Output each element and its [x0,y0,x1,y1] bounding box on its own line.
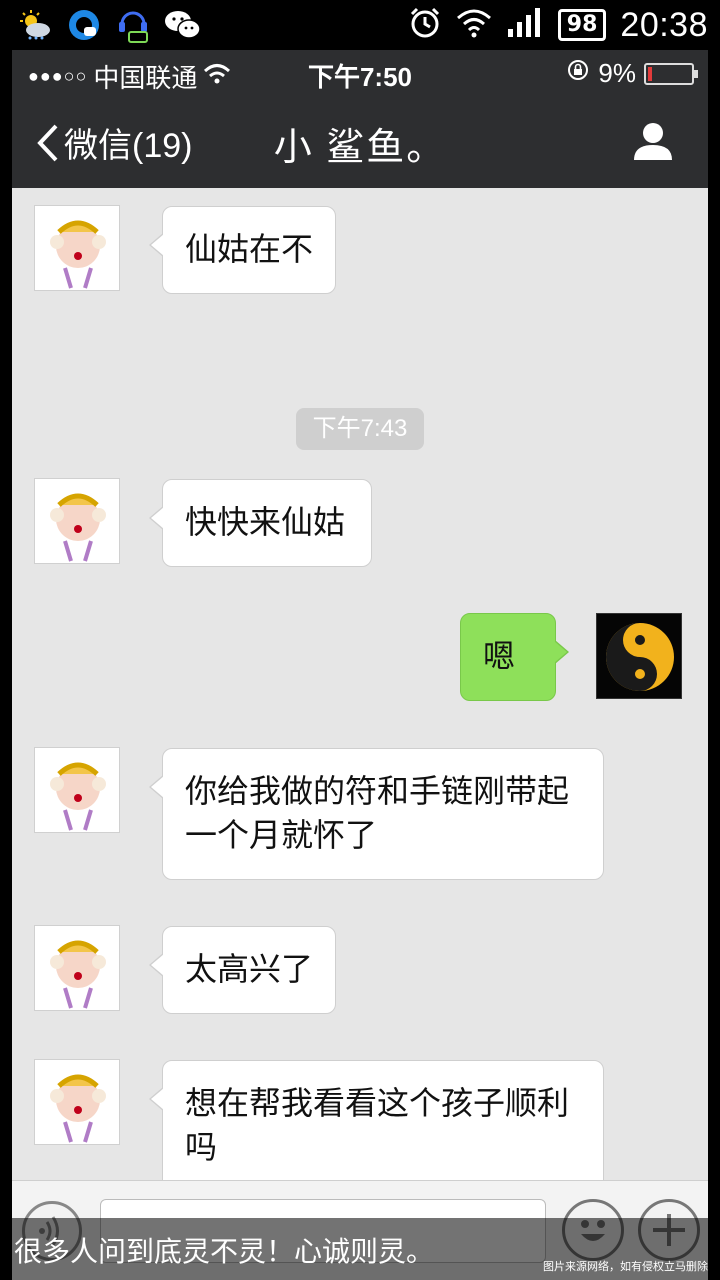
contact-avatar[interactable] [34,925,120,1011]
message-text: 你给我做的符和手链刚带起一个月就怀了 [185,772,570,854]
ios-battery-icon [644,62,698,85]
caption-text: 很多人问到底灵不灵！心诚则灵。 [14,1235,435,1268]
message-text: 仙姑在不 [185,230,314,268]
ios-battery-percent: 9% [598,58,636,88]
message-bubble-received[interactable]: 你给我做的符和手链刚带起一个月就怀了 [149,748,604,880]
weather-sun-cloud-icon [18,10,52,44]
android-battery-indicator: 98 [557,9,607,41]
yin-yang-icon [597,614,681,698]
message-timestamp: 下午7:43 [296,408,424,450]
source-watermark: 图片来源网络，如有侵权立马删除 [543,1260,708,1273]
message-bubble-received[interactable]: 想在帮我看看这个孩子顺利吗 [149,1060,604,1192]
chat-nav-bar: 微信(19) 小 鲨鱼。 [12,94,708,188]
contact-avatar[interactable] [34,747,120,833]
alarm-icon [408,6,442,44]
contact-avatar[interactable] [34,1059,120,1145]
message-bubble-sent[interactable]: 嗯 [460,613,569,701]
message-bubble-received[interactable]: 快快来仙姑 [149,479,372,567]
contact-avatar[interactable] [34,478,120,564]
my-avatar[interactable] [596,613,682,699]
message-bubble-received[interactable]: 太高兴了 [149,926,336,1014]
ios-status-bar: ●●●○○ 中国联通 下午7:50 9% [12,50,708,94]
message-text: 想在帮我看看这个孩子顺利吗 [185,1084,570,1166]
message-text: 嗯 [483,637,516,675]
rotation-lock-icon [566,58,590,89]
wifi-icon [456,8,492,42]
person-icon [634,123,672,160]
contact-avatar[interactable] [34,205,120,291]
chat-title: 小 鲨鱼。 [273,127,447,169]
android-status-bar: 98 20:38 [0,0,720,50]
message-text: 太高兴了 [185,950,314,988]
message-list[interactable]: 仙姑在不 下午7:43 快快来仙姑 嗯 你给我做的符和手链刚带起一个月就怀了 太… [12,188,708,1192]
signal-icon [506,7,544,43]
q-browser-icon [66,7,102,47]
message-bubble-received[interactable]: 仙姑在不 [149,206,336,294]
android-clock: 20:38 [620,5,708,44]
message-text: 快快来仙姑 [185,503,346,541]
chat-agent-icon [116,6,150,48]
chat-info-button[interactable] [632,120,674,166]
wechat-icon [164,9,202,45]
wechat-screenshot: ●●●○○ 中国联通 下午7:50 9% 微信(19) 小 鲨鱼。 仙姑在不 下… [12,50,708,1280]
